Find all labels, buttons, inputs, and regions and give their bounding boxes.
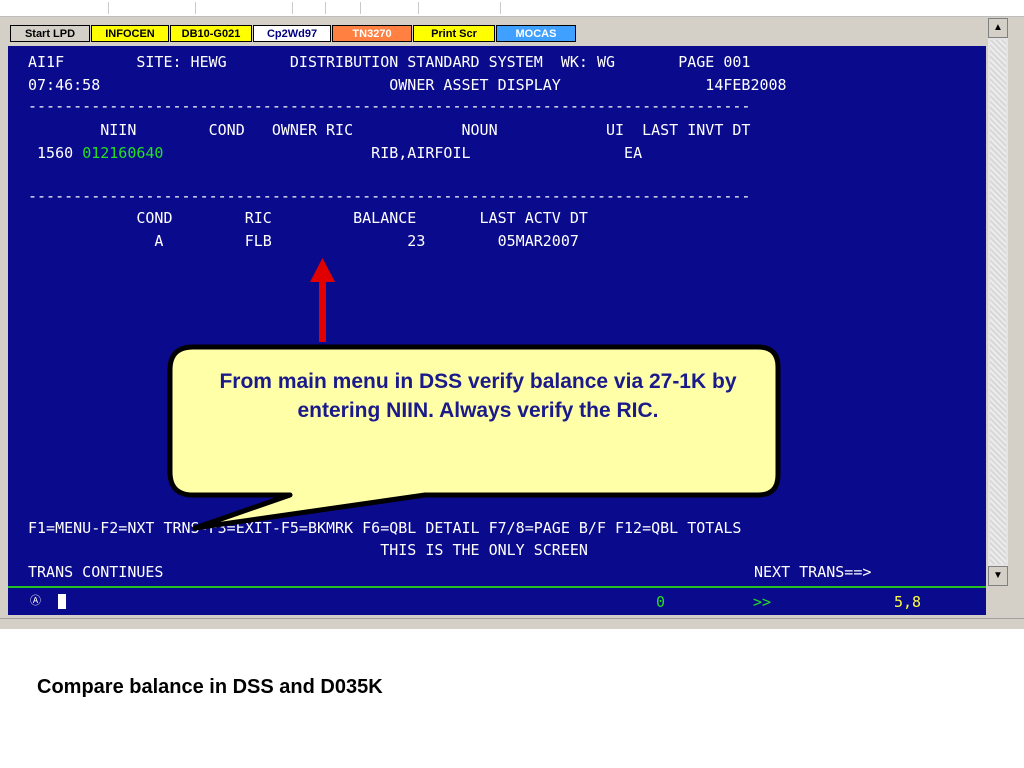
- callout-text: From main menu in DSS verify balance via…: [219, 370, 737, 422]
- slide-caption: Compare balance in DSS and D035K: [37, 676, 383, 698]
